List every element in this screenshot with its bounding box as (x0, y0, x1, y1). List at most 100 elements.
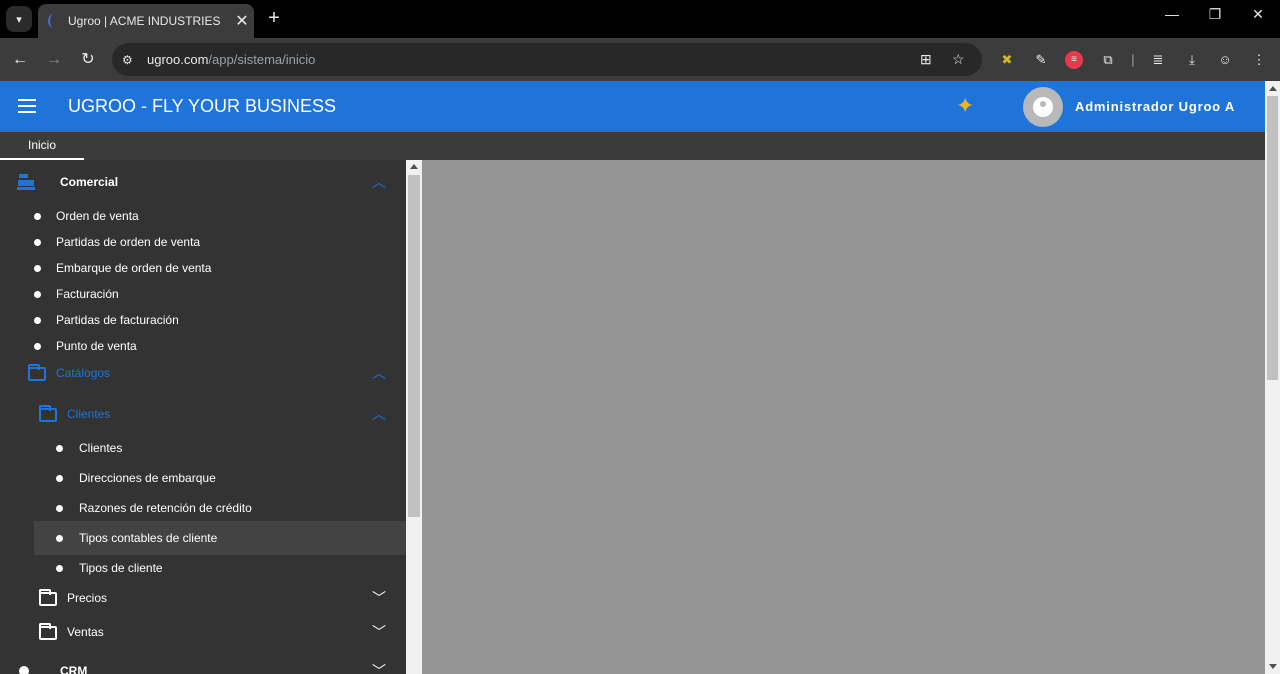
sidebar-item-label: Punto de venta (56, 339, 137, 353)
main-content-overlay[interactable] (422, 160, 1265, 674)
sidebar-item-embarque-orden-venta[interactable]: Embarque de orden de venta (0, 255, 406, 281)
sparkle-ai-icon[interactable]: ✦ (956, 93, 974, 119)
cash-register-icon (17, 174, 35, 190)
extension-x-icon[interactable]: ✖ (998, 51, 1016, 69)
sidebar-item-orden-de-venta[interactable]: Orden de venta (0, 203, 406, 229)
sidebar-group-label: Clientes (67, 407, 111, 421)
url-host: ugroo.com (147, 52, 209, 67)
back-button[interactable]: ← (8, 48, 32, 72)
avatar[interactable] (1023, 87, 1063, 127)
sidebar-item-label: Clientes (79, 441, 123, 455)
close-window-button[interactable]: ✕ (1238, 6, 1278, 23)
forward-button[interactable]: → (42, 48, 66, 72)
bullet-icon (56, 504, 63, 512)
restore-button[interactable]: ❐ (1195, 6, 1235, 23)
tab-search-chevron-icon[interactable]: ▾ (6, 6, 32, 32)
sidebar-item-facturacion[interactable]: Facturación (0, 281, 406, 307)
media-playlist-icon[interactable]: ≣ (1149, 51, 1167, 69)
extension-red-icon[interactable]: ≡ (1065, 51, 1083, 69)
url-path: /app/sistema/inicio (208, 52, 316, 67)
site-settings-icon[interactable]: ⚙ (122, 53, 140, 67)
folder-icon (28, 364, 46, 381)
reload-button[interactable]: ↻ (76, 48, 100, 72)
bullet-icon (34, 316, 41, 324)
sidebar-item-label: Direcciones de embarque (79, 471, 216, 485)
sidebar-item-partidas-facturacion[interactable]: Partidas de facturación (0, 307, 406, 333)
sidebar-item-label: Tipos de cliente (79, 561, 163, 575)
sidebar-group-label: Comercial (60, 175, 119, 189)
browser-toolbar: ← → ↻ ⚙ ugroo.com/app/sistema/inicio ⊞ ☆… (0, 38, 1280, 81)
ugroo-favicon-icon (48, 14, 60, 28)
chevron-down-icon[interactable]: ﹀ (372, 591, 386, 605)
chevron-up-icon[interactable]: ︿ (372, 175, 386, 189)
hamburger-menu-icon[interactable] (18, 99, 36, 117)
sidebar-group-crm[interactable]: CRM ﹀ (0, 658, 406, 674)
folder-icon (39, 405, 57, 422)
browser-tab[interactable]: Ugroo | ACME INDUSTRIES ✕ (38, 4, 254, 38)
sidebar-item-label: Orden de venta (56, 209, 139, 223)
user-name[interactable]: Administrador Ugroo A (1075, 99, 1235, 114)
chevron-down-icon[interactable]: ﹀ (372, 664, 386, 674)
user-avatar-icon (1033, 97, 1053, 117)
sidebar-item-punto-de-venta[interactable]: Punto de venta (0, 333, 406, 359)
bullet-icon (56, 474, 63, 482)
sidebar-item-label: Embarque de orden de venta (56, 261, 212, 275)
sidebar-item-razones-retencion[interactable]: Razones de retención de crédito (0, 495, 406, 521)
sidebar-group-precios[interactable]: Precios ﹀ (0, 585, 406, 611)
sidebar-group-comercial[interactable]: Comercial ︿ (0, 169, 406, 195)
chevron-up-icon[interactable]: ︿ (372, 407, 386, 421)
app-title: UGROO - FLY YOUR BUSINESS (68, 96, 337, 116)
browser-menu-icon[interactable]: ⋮ (1250, 51, 1268, 69)
address-bar[interactable]: ⚙ ugroo.com/app/sistema/inicio ⊞ ☆ (112, 43, 982, 76)
folder-icon (39, 623, 57, 640)
new-tab-button[interactable]: + (262, 6, 286, 30)
download-icon[interactable]: ⤓ (1183, 51, 1201, 69)
page-scrollbar[interactable] (1265, 81, 1280, 674)
sidebar-item-direcciones-embarque[interactable]: Direcciones de embarque (0, 465, 406, 491)
sidebar-item-label: Razones de retención de crédito (79, 501, 252, 515)
extension-pen-icon[interactable]: ✎ (1032, 51, 1050, 69)
sidebar-item-clientes[interactable]: Clientes (0, 435, 406, 461)
sidebar-group-clientes[interactable]: Clientes ︿ (0, 401, 406, 427)
sidebar-item-label: Tipos contables de cliente (79, 531, 218, 545)
scrollbar-thumb[interactable] (1267, 96, 1278, 380)
browser-tab-title: Ugroo | ACME INDUSTRIES (68, 14, 221, 28)
scrollbar-thumb[interactable] (408, 175, 420, 517)
sidebar-item-tipos-contables[interactable]: Tipos contables de cliente (34, 521, 406, 555)
sidebar-group-label: Ventas (67, 625, 104, 639)
sidebar-group-catalogos[interactable]: Catálogos ︿ (0, 360, 406, 386)
scroll-up-arrow-icon[interactable] (410, 164, 418, 169)
people-icon (19, 666, 29, 674)
bullet-icon (34, 290, 41, 298)
scroll-down-arrow-icon[interactable] (1269, 664, 1277, 669)
extensions-puzzle-icon[interactable]: ⧉ (1099, 51, 1117, 69)
toolbar-divider: | (1131, 52, 1135, 67)
minimize-button[interactable]: — (1152, 6, 1192, 22)
sidebar-group-label: CRM (60, 664, 88, 674)
sidebar-group-label: Precios (67, 591, 108, 605)
sidebar-item-label: Partidas de facturación (56, 313, 179, 327)
browser-tab-bar: ▾ Ugroo | ACME INDUSTRIES ✕ + — ❐ ✕ (0, 0, 1280, 38)
bullet-icon (56, 444, 63, 452)
sidebar-menu: Comercial ︿ Orden de venta Partidas de o… (0, 160, 406, 674)
sidebar-item-tipos-cliente[interactable]: Tipos de cliente (0, 555, 406, 581)
tab-close-icon[interactable]: ✕ (230, 11, 254, 31)
profile-icon[interactable]: ☺ (1216, 51, 1234, 69)
bullet-icon (34, 212, 41, 220)
bullet-icon (56, 564, 63, 572)
bullet-icon (34, 238, 41, 246)
scroll-up-arrow-icon[interactable] (1269, 86, 1277, 91)
app-tab-strip: Inicio (0, 132, 1265, 160)
sidebar-item-partidas-orden-venta[interactable]: Partidas de orden de venta (0, 229, 406, 255)
chevron-up-icon[interactable]: ︿ (372, 366, 386, 380)
tab-inicio[interactable]: Inicio (0, 132, 84, 160)
sidebar-item-label: Partidas de orden de venta (56, 235, 201, 249)
bookmark-star-icon[interactable]: ☆ (952, 51, 965, 68)
folder-icon (39, 589, 57, 606)
sidebar-group-ventas[interactable]: Ventas ﹀ (0, 619, 406, 645)
app-header: UGROO - FLY YOUR BUSINESS ✦ Administrado… (0, 81, 1265, 132)
translate-icon[interactable]: ⊞ (920, 51, 932, 68)
sidebar-group-label: Catálogos (56, 366, 111, 380)
chevron-down-icon[interactable]: ﹀ (372, 625, 386, 639)
sidebar-scrollbar[interactable] (406, 160, 422, 674)
